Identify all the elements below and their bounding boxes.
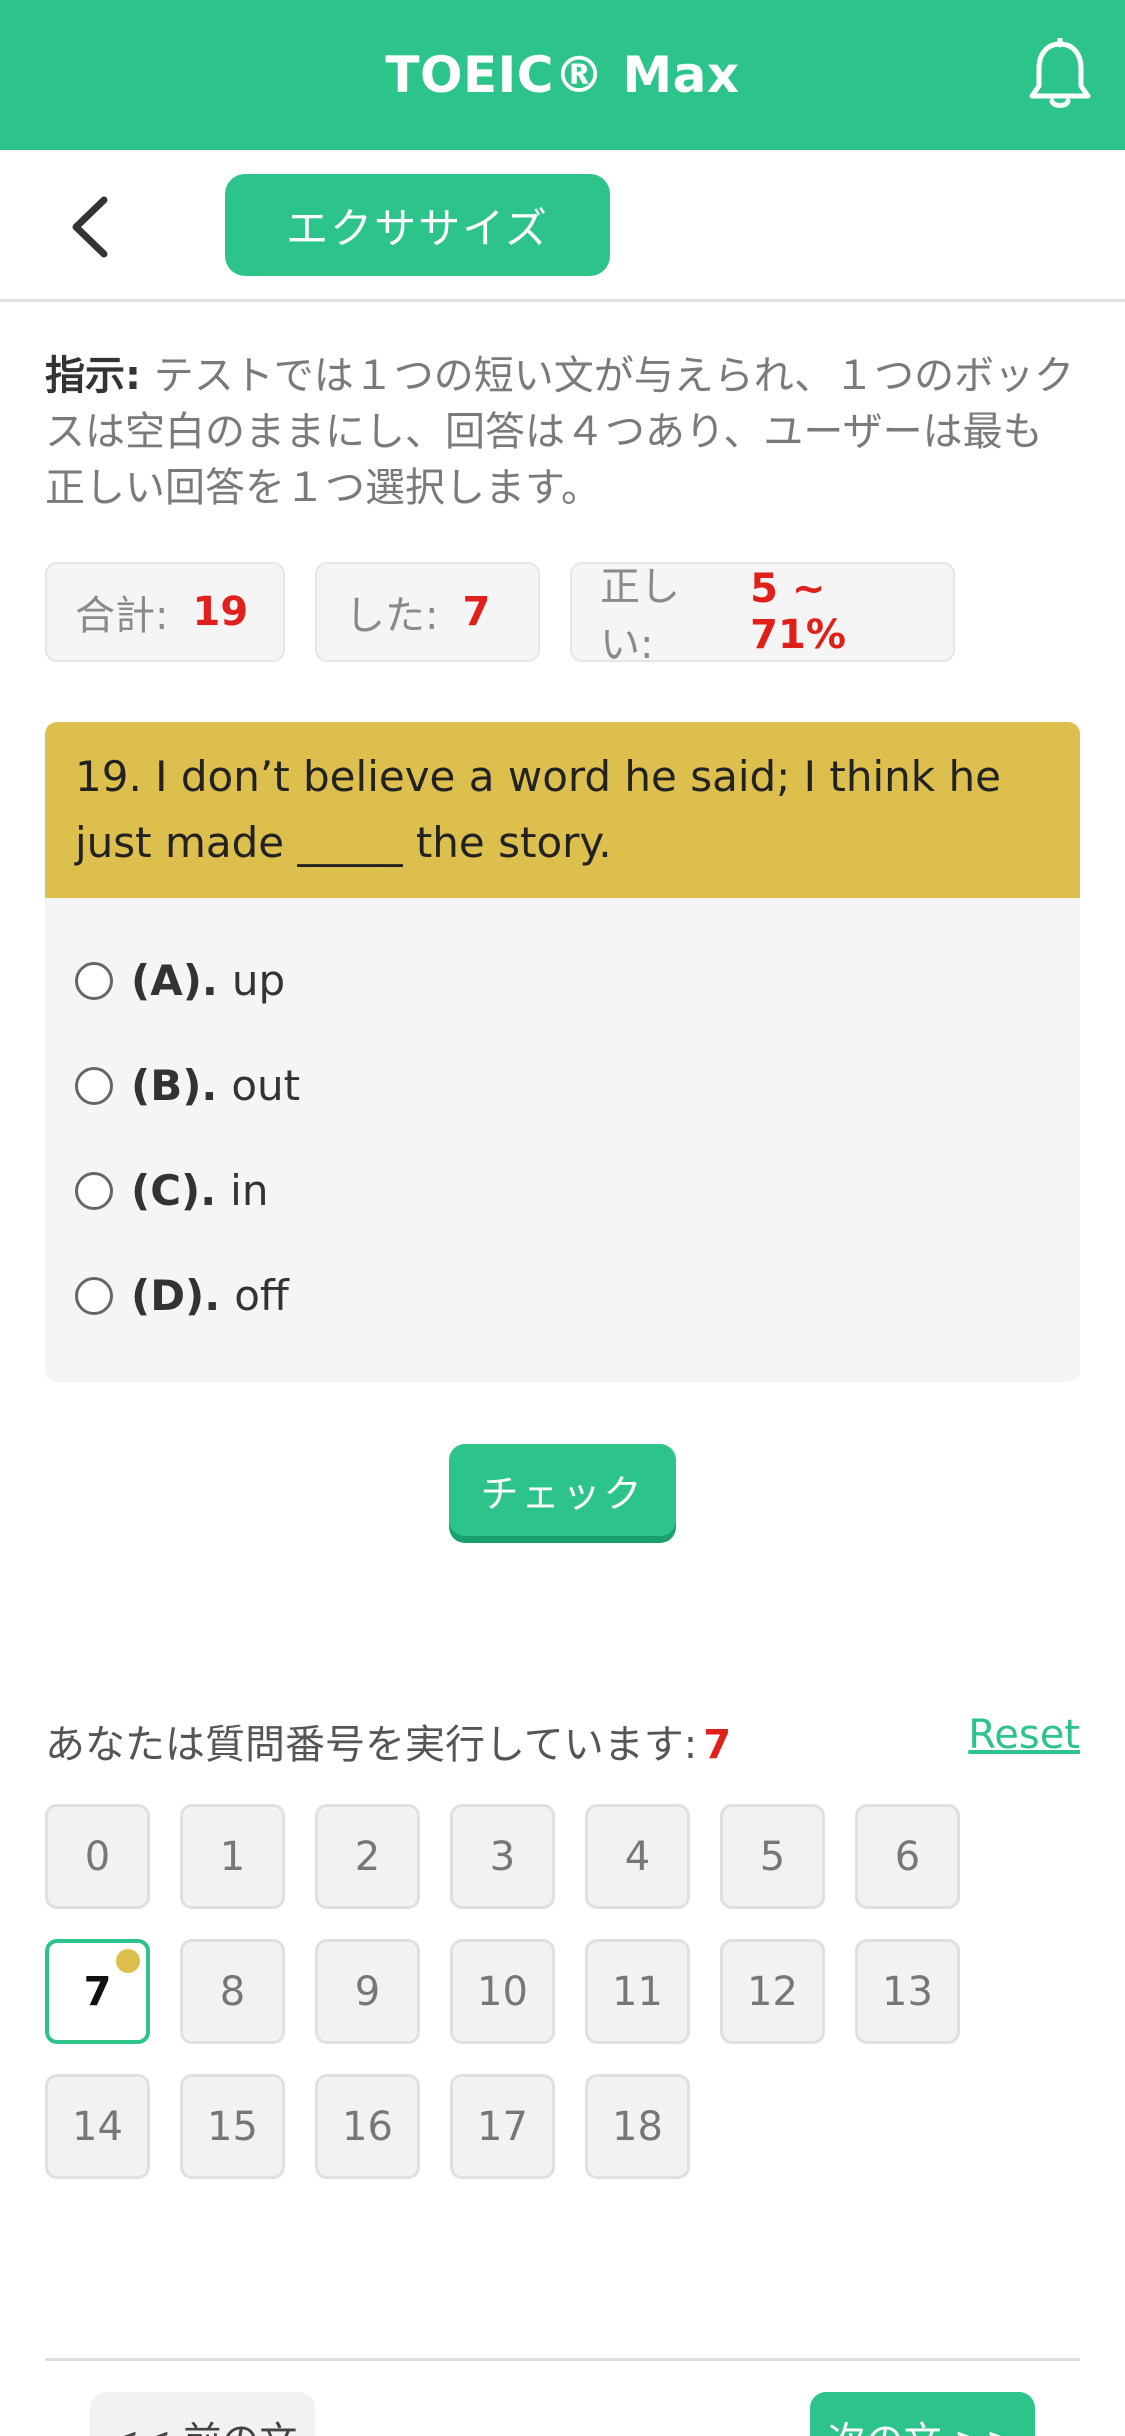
previous-sentence-button[interactable]: << 前の文 xyxy=(90,2392,315,2436)
question-number-11[interactable]: 11 xyxy=(585,1939,690,2044)
question-number-label: 5 xyxy=(759,1833,786,1880)
question-number-label: 10 xyxy=(477,1968,528,2015)
app-title: TOEIC® Max xyxy=(385,46,740,104)
question-number-label: 14 xyxy=(72,2103,123,2150)
option-d[interactable]: (D). off xyxy=(75,1243,1050,1348)
divider xyxy=(45,2358,1080,2361)
option-key: (C). xyxy=(131,1166,217,1215)
stat-total-label: 合計: xyxy=(75,593,169,639)
next-sentence-button[interactable]: 次の文 >> xyxy=(810,2392,1035,2436)
question-number-label: 17 xyxy=(477,2103,528,2150)
radio-button[interactable] xyxy=(75,961,113,1000)
question-number-label: 8 xyxy=(219,1968,246,2015)
question-number-9[interactable]: 9 xyxy=(315,1939,420,2044)
question-number-label: 0 xyxy=(84,1833,111,1880)
question-number-label: 3 xyxy=(489,1833,516,1880)
question-text: 19. I don’t believe a word he said; I th… xyxy=(45,722,1080,898)
question-number-10[interactable]: 10 xyxy=(450,1939,555,2044)
stat-correct-value: 5 ~ 71% xyxy=(750,566,846,658)
reset-link[interactable]: Reset xyxy=(968,1712,1080,1758)
question-number-18[interactable]: 18 xyxy=(585,2074,690,2179)
chevron-left-icon[interactable] xyxy=(64,192,116,262)
question-number-label: 13 xyxy=(882,1968,933,2015)
radio-button[interactable] xyxy=(75,1066,113,1105)
question-number-8[interactable]: 8 xyxy=(180,1939,285,2044)
option-text: up xyxy=(231,956,286,1005)
option-c[interactable]: (C). in xyxy=(75,1138,1050,1243)
question-number-label: 6 xyxy=(894,1833,921,1880)
stat-done: した: 7 xyxy=(315,562,540,662)
option-key: (B). xyxy=(131,1061,218,1110)
question-number-3[interactable]: 3 xyxy=(450,1804,555,1909)
bell-icon[interactable] xyxy=(1025,38,1095,112)
question-number-16[interactable]: 16 xyxy=(315,2074,420,2179)
question-number-13[interactable]: 13 xyxy=(855,1939,960,2044)
stat-total: 合計: 19 xyxy=(45,562,285,662)
question-number-1[interactable]: 1 xyxy=(180,1804,285,1909)
question-number-label: 9 xyxy=(354,1968,381,2015)
answer-options: (A). up (B). out (C). in (D). off xyxy=(45,898,1080,1378)
radio-button[interactable] xyxy=(75,1276,113,1315)
question-number-label: 15 xyxy=(207,2103,258,2150)
question-number-label: 12 xyxy=(747,1968,798,2015)
question-number-5[interactable]: 5 xyxy=(720,1804,825,1909)
question-number-12[interactable]: 12 xyxy=(720,1939,825,2044)
question-number-label: 11 xyxy=(612,1968,663,2015)
stats-row: 合計: 19 した: 7 正しい: 5 ~ 71% xyxy=(45,562,955,668)
current-indicator-dot xyxy=(116,1949,140,1973)
question-number-4[interactable]: 4 xyxy=(585,1804,690,1909)
progress-text: あなたは質問番号を実行しています: xyxy=(45,1722,698,1768)
instruction-text: 指示: テストでは１つの短い文が与えられ、１つのボックスは空白のままにし、回答は… xyxy=(45,348,1080,516)
stat-done-label: した: xyxy=(345,593,439,639)
question-number-2[interactable]: 2 xyxy=(315,1804,420,1909)
current-question-number: 7 xyxy=(703,1722,732,1768)
question-number-17[interactable]: 17 xyxy=(450,2074,555,2179)
question-number-0[interactable]: 0 xyxy=(45,1804,150,1909)
question-number-label: 4 xyxy=(624,1833,651,1880)
option-key: (A). xyxy=(131,956,218,1005)
question-number-label: 2 xyxy=(354,1833,381,1880)
progress-label: あなたは質問番号を実行しています: 7 xyxy=(45,1712,731,1770)
option-text: out xyxy=(231,1061,301,1110)
option-key: (D). xyxy=(131,1271,221,1320)
instruction-body: テストでは１つの短い文が与えられ、１つのボックスは空白のままにし、回答は４つあり… xyxy=(45,353,1075,511)
stat-done-value: 7 xyxy=(462,589,491,635)
stat-total-value: 19 xyxy=(192,589,249,635)
stat-correct: 正しい: 5 ~ 71% xyxy=(570,562,955,668)
tab-exercise[interactable]: エクササイズ xyxy=(225,174,610,276)
check-button[interactable]: チェック xyxy=(449,1444,676,1536)
option-text: in xyxy=(230,1166,269,1215)
radio-button[interactable] xyxy=(75,1171,113,1210)
question-number-15[interactable]: 15 xyxy=(180,2074,285,2179)
instruction-label: 指示: xyxy=(45,353,141,399)
option-b[interactable]: (B). out xyxy=(75,1033,1050,1138)
question-number-label: 16 xyxy=(342,2103,393,2150)
question-card: 19. I don’t believe a word he said; I th… xyxy=(45,722,1080,1382)
question-number-label: 7 xyxy=(83,1968,112,2015)
app-header: TOEIC® Max xyxy=(0,0,1125,150)
question-number-14[interactable]: 14 xyxy=(45,2074,150,2179)
question-number-label: 1 xyxy=(219,1833,246,1880)
option-text: off xyxy=(234,1271,289,1320)
question-number-7[interactable]: 7 xyxy=(45,1939,150,2044)
option-a[interactable]: (A). up xyxy=(75,928,1050,1033)
stat-correct-label: 正しい: xyxy=(600,564,680,668)
sub-navigation-bar: エクササイズ xyxy=(0,150,1125,302)
question-number-label: 18 xyxy=(612,2103,663,2150)
question-number-6[interactable]: 6 xyxy=(855,1804,960,1909)
